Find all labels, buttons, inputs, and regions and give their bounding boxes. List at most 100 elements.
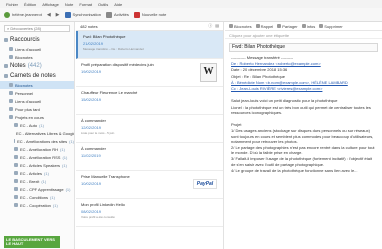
notebook-icon bbox=[14, 123, 18, 127]
note-list-item[interactable]: Fwd: Bilan Photothèque 21/02/2019 Message … bbox=[76, 31, 223, 59]
menu-note[interactable]: Note bbox=[65, 2, 73, 7]
sidebar-item-label: Carnets de notes bbox=[10, 73, 56, 79]
notebook-icon bbox=[9, 99, 13, 103]
note-body-line bbox=[231, 92, 376, 97]
sync-label: Synchronisation bbox=[72, 12, 101, 17]
sidebar-item[interactable]: EC - Articles (1) bbox=[0, 169, 74, 177]
sidebar-item-label: Notes bbox=[10, 63, 26, 69]
section-icon bbox=[4, 74, 8, 78]
back-arrow-icon[interactable]: ◀ bbox=[47, 12, 51, 18]
sidebar-item-count: (1) bbox=[50, 194, 55, 200]
account-button[interactable]: hélène.jeannerot bbox=[4, 11, 42, 18]
sidebar-item[interactable]: Blocnotes bbox=[0, 81, 74, 89]
notebook-icon bbox=[9, 83, 13, 87]
sidebar-item[interactable]: EC - Amélioration RH (1) bbox=[0, 145, 74, 153]
sidebar-item[interactable]: EC - CPF Apprentissage (1) bbox=[0, 185, 74, 193]
note-body[interactable]: ----------- Message transféré --------- D… bbox=[225, 55, 382, 173]
menu-format[interactable]: Format bbox=[79, 2, 92, 7]
sidebar-item[interactable]: Liens d'accueil bbox=[0, 97, 74, 105]
sidebar-item-count: (1) bbox=[65, 186, 71, 192]
activity-label: Activités bbox=[114, 12, 129, 17]
note-title-field[interactable]: Fwd: Bilan Photothèque bbox=[229, 43, 378, 52]
sidebar-item-label: Blocnotes bbox=[15, 82, 33, 88]
sidebar-item-count: (1) bbox=[62, 162, 67, 168]
sync-button[interactable]: Synchronisation bbox=[64, 11, 101, 18]
menu-outils[interactable]: Outils bbox=[98, 2, 108, 7]
notebook-icon bbox=[9, 107, 13, 111]
note-body-line: ----------- Message transféré --------- bbox=[231, 55, 293, 60]
detail-toolbar: Blocnotes Rappel Partager Infos Supprime… bbox=[225, 22, 382, 31]
tags-field[interactable]: Cliquez pour ajouter une étiquette bbox=[225, 31, 382, 39]
note-body-line: 4/ Le groupe de travail de la photothèqu… bbox=[231, 167, 358, 173]
sidebar-item[interactable]: Personnel bbox=[0, 89, 74, 97]
sidebar-item[interactable]: EC - Articles Speakers (1) bbox=[0, 161, 74, 169]
note-list-header: 482 notes ⓘ ▤ bbox=[76, 22, 223, 31]
sidebar-item[interactable]: EC - Conditions (1) bbox=[0, 193, 74, 201]
activity-button[interactable]: Activités bbox=[106, 11, 129, 18]
sidebar-item[interactable]: EC - Améliorations des sites (1) bbox=[0, 137, 74, 145]
note-list-item[interactable]: À commander 11/02/2019 bbox=[76, 143, 223, 171]
notebook-label: Blocnotes bbox=[234, 23, 252, 29]
note-body-line: 2/ Le partage des photographies n'est pa… bbox=[231, 145, 375, 156]
note-list-item[interactable]: À commander 12/02/2019 Liste pour le mois … bbox=[76, 115, 223, 143]
delete-button[interactable]: Supprimer bbox=[319, 24, 343, 29]
note-body-line: Objet : Re : Bilan Photothèque bbox=[231, 73, 286, 79]
notebook-button[interactable]: Blocnotes bbox=[229, 24, 252, 29]
section-icon bbox=[4, 38, 8, 42]
new-note-icon bbox=[133, 11, 140, 18]
note-item-title: Fwd: Bilan Photothèque bbox=[83, 34, 126, 39]
note-item-date: 19/02/2019 bbox=[81, 69, 102, 74]
reminder-button[interactable]: Rappel bbox=[255, 23, 274, 29]
sidebar-item-count: (1) bbox=[60, 146, 65, 152]
note-body-line: 1/ Des usages anciens (stockage sur disq… bbox=[231, 128, 374, 144]
sidebar-item-label: EC - Auto bbox=[20, 122, 38, 128]
sidebar-item[interactable]: EC - Amélioration RSS (1) bbox=[0, 153, 74, 161]
note-list-item[interactable]: Profil préparation dispositif médecins j… bbox=[76, 59, 223, 87]
sidebar-search[interactable]: ⌕ Découvertes (28) bbox=[4, 25, 70, 32]
new-note-button[interactable]: Nouvelle note bbox=[133, 11, 166, 18]
share-button[interactable]: Partager bbox=[277, 24, 298, 29]
notebook-icon bbox=[9, 115, 13, 119]
sidebar-item-label: EC - Coopération bbox=[20, 202, 51, 208]
menu-fichier[interactable]: Fichier bbox=[6, 2, 18, 7]
trash-icon bbox=[319, 24, 324, 28]
note-item-title: À commander bbox=[81, 146, 106, 151]
sidebar-item[interactable]: Raccourcis bbox=[0, 35, 74, 45]
forward-arrow-icon[interactable]: ▶ bbox=[56, 12, 60, 18]
menu-affichage[interactable]: Affichage bbox=[42, 2, 59, 7]
sidebar-item[interactable]: Blocnotes bbox=[0, 53, 74, 61]
note-list-item[interactable]: Mon profil Linkedin Hello 08/02/2019 Votre… bbox=[76, 199, 223, 227]
notebook-icon bbox=[14, 139, 16, 143]
sidebar-item[interactable]: Projets en cours bbox=[0, 113, 74, 121]
sidebar-item[interactable]: EC - Coopération (1) bbox=[0, 201, 74, 209]
sidebar-item[interactable]: EC - Alternatives Libres & Google(1) bbox=[0, 129, 74, 137]
sidebar-item-count: (1) bbox=[52, 202, 58, 208]
menu-edition[interactable]: Édition bbox=[24, 2, 36, 7]
sidebar-item[interactable]: Notes (442) bbox=[0, 61, 74, 71]
sidebar-search-count: (28) bbox=[33, 26, 42, 31]
info-button[interactable]: Infos bbox=[301, 24, 315, 29]
notebook-icon bbox=[14, 179, 18, 183]
promo-banner[interactable]: LE BASCULEMENT VERS LE HAUT bbox=[4, 236, 60, 248]
reminder-label: Rappel bbox=[260, 23, 274, 29]
notebook-icon bbox=[14, 171, 18, 175]
sidebar-item-count: (1) bbox=[62, 154, 68, 160]
sidebar-item[interactable]: Carnets de notes bbox=[0, 71, 74, 81]
sidebar-item[interactable]: EC - Brexit (1) bbox=[0, 177, 74, 185]
sidebar-items: Raccourcis Liens d'accueil Blocnotes Notes(… bbox=[0, 35, 74, 209]
note-list-item[interactable]: Chauffeur Fleurence Le marché 15/02/2019 bbox=[76, 87, 223, 115]
sidebar-item[interactable]: EC - Auto (1) bbox=[0, 121, 74, 129]
note-body-line: Salut jean-louis voici un petit diagnost… bbox=[231, 98, 338, 104]
sidebar-item-label: EC - Amélioration RSS bbox=[20, 154, 61, 160]
info-icon bbox=[301, 24, 306, 28]
note-body-line: Projet bbox=[231, 122, 242, 128]
note-item-date: 21/02/2019 bbox=[83, 41, 104, 46]
note-list-item[interactable]: Prise Manuelle Transphone 10/02/2019 PayPa… bbox=[76, 171, 223, 199]
note-item-title: À commander bbox=[81, 118, 106, 123]
note-items: Fwd: Bilan Photothèque 21/02/2019 Message … bbox=[76, 31, 223, 227]
view-options-icon[interactable]: ▤ bbox=[215, 23, 219, 29]
sidebar-item[interactable]: Pour plus tard bbox=[0, 105, 74, 113]
menu-aide[interactable]: Aide bbox=[114, 2, 122, 7]
sidebar-item[interactable]: Liens d'accueil bbox=[0, 45, 74, 53]
info-icon[interactable]: ⓘ bbox=[208, 23, 212, 29]
